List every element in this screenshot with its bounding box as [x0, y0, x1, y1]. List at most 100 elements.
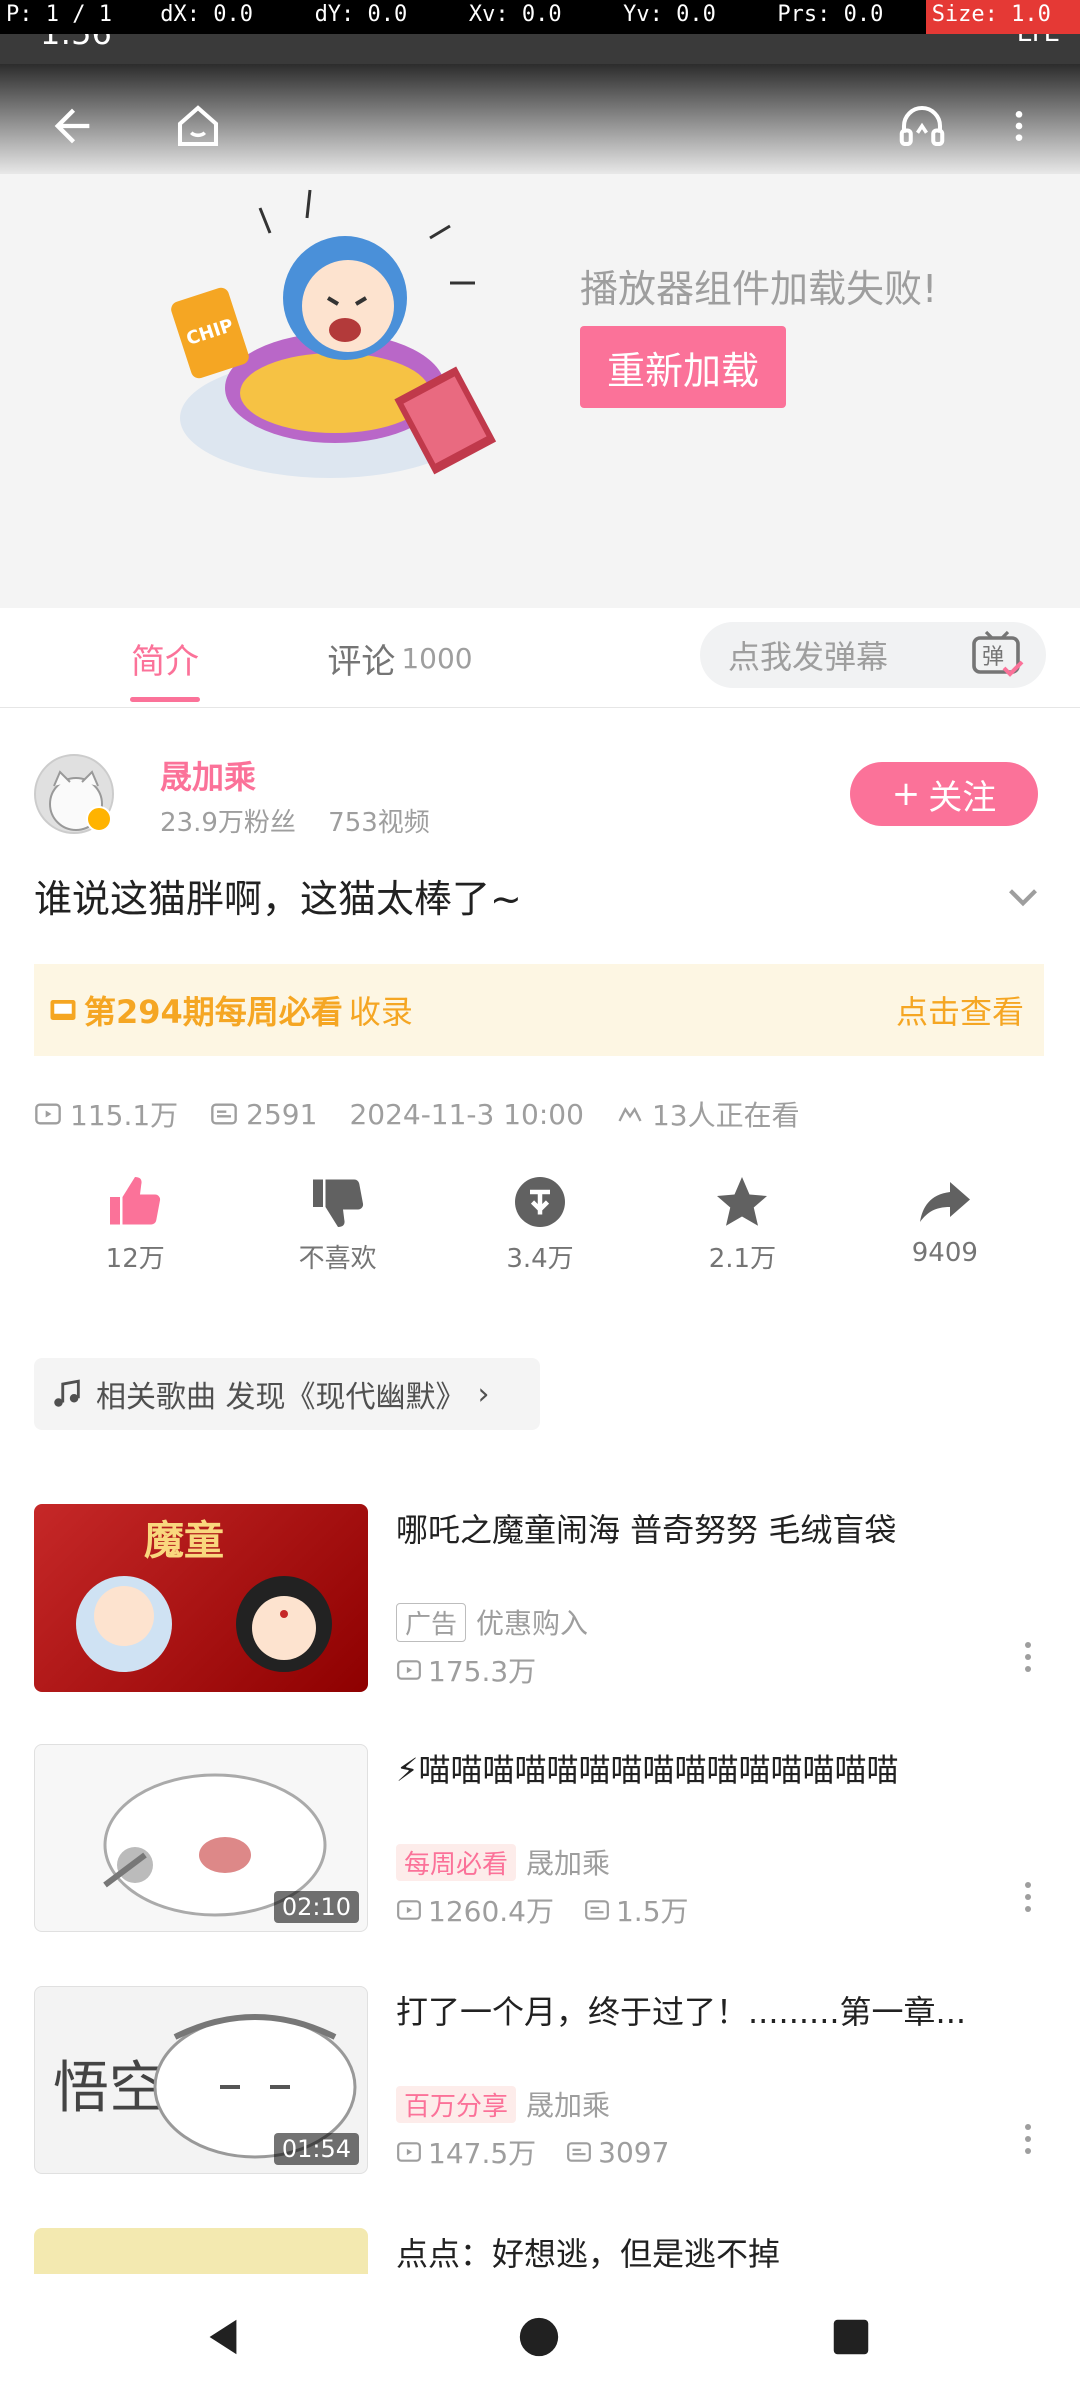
- tab-comments[interactable]: 评论 1000: [270, 608, 530, 708]
- recommendation-title: ⚡喵喵喵喵喵喵喵喵喵喵喵喵喵喵喵: [396, 1751, 899, 1789]
- more-dot: [1025, 1882, 1031, 1888]
- video-duration: 01:54: [273, 2133, 359, 2165]
- share-icon: [919, 1182, 970, 1222]
- recommendation-stats: 1260.4万 1.5万: [396, 1890, 689, 1930]
- danmaku-stat: 3097: [566, 2132, 669, 2172]
- play-count-icon: [35, 1103, 61, 1125]
- uploader-card[interactable]: 晟加乘 23.9万粉丝 753视频 + 关注: [0, 720, 1080, 846]
- favorite-icon: [717, 1177, 768, 1226]
- recommendation-source: 广告 优惠购入: [396, 1602, 588, 1642]
- play-count-icon: [397, 2142, 421, 2162]
- favorite-count: 2.1万: [708, 1244, 777, 1274]
- recommendation-stats: 175.3万: [396, 1650, 536, 1690]
- detail-tab-bar: 简介 评论 1000 点我发弹幕 弹: [0, 608, 1080, 708]
- nav-recents-icon[interactable]: [828, 2314, 874, 2360]
- coin-count: 3.4万: [506, 1244, 574, 1274]
- coin-icon: [515, 1177, 566, 1227]
- recommendation-item[interactable]: 悟空 01:54 打了一个月，终于过了！.........第一章... 百万分享…: [0, 1986, 1080, 2186]
- weekly-must-watch-banner[interactable]: 第294期每周必看 收录 点击查看: [34, 964, 1044, 1056]
- video-title: 谁说这猫胖啊，这猫太棒了~: [34, 877, 522, 921]
- recommendation-item[interactable]: 魔童 哪吒之魔童闹海 普奇努努 毛绒盲袋 广告 优惠购入 175.3万: [0, 1504, 1080, 1704]
- debug-yv: Yv: 0.0: [623, 2, 716, 27]
- favorite-button[interactable]: 2.1万: [641, 1170, 843, 1286]
- video-stats: 115.1万 2591 2024-11-3 10:00 13人正在看: [34, 1094, 800, 1134]
- debug-dy: dY: 0.0: [314, 2, 408, 27]
- danmaku-icon-text: 弹: [982, 645, 1004, 670]
- danmaku-count: 2591: [246, 1097, 318, 1131]
- debug-dx: dX: 0.0: [160, 2, 253, 27]
- nav-back-icon[interactable]: [200, 2314, 246, 2360]
- tab-intro-label: 简介: [131, 641, 199, 682]
- recommendation-thumbnail[interactable]: 魔童: [34, 1504, 368, 1692]
- play-count-icon: [397, 1900, 421, 1920]
- recommendation-more-button[interactable]: [1010, 1872, 1046, 1922]
- listen-mode-button[interactable]: [872, 76, 972, 176]
- coin-button[interactable]: 3.4万: [439, 1170, 641, 1286]
- expand-description-button[interactable]: [998, 872, 1048, 922]
- tab-intro[interactable]: 简介: [60, 608, 270, 708]
- follow-button[interactable]: + 关注: [850, 762, 1038, 826]
- recommendation-source: 每周必看 晟加乘: [396, 1842, 610, 1882]
- related-music-text: 相关歌曲 发现《现代幽默》: [96, 1380, 466, 1415]
- related-music-strip[interactable]: 相关歌曲 发现《现代幽默》 ›: [34, 1358, 540, 1430]
- dislike-button[interactable]: 不喜欢: [236, 1170, 438, 1286]
- recommendation-title: 哪吒之魔童闹海 普奇努努 毛绒盲袋: [396, 1511, 897, 1549]
- error-mascot-illustration: CHIP: [171, 189, 497, 478]
- recommendation-thumbnail[interactable]: 悟空 01:54: [34, 1986, 368, 2174]
- views-count: 115.1万: [70, 1099, 179, 1132]
- danmaku-input[interactable]: 点我发弹幕: [700, 622, 950, 688]
- watching-stat: 13人正在看: [616, 1094, 800, 1134]
- recommendation-views: 1260.4万: [428, 1895, 554, 1928]
- danmaku-icon: 弹: [972, 630, 1024, 677]
- weekly-view-link[interactable]: 点击查看: [896, 987, 1024, 1033]
- recommendation-item[interactable]: 点点：好想逃，但是逃不掉: [0, 2228, 1080, 2274]
- recommendation-more-button[interactable]: [1010, 2114, 1046, 2164]
- watching-count: 13人正在看: [651, 1099, 800, 1132]
- uploader-videos: 753视频: [328, 808, 430, 838]
- views-stat: 175.3万: [396, 1650, 536, 1690]
- danmaku-count-icon: [585, 1900, 609, 1920]
- nav-home-icon[interactable]: [516, 2314, 562, 2360]
- recommendation-thumbnail[interactable]: [34, 2228, 368, 2274]
- uploader-fans: 23.9万粉丝: [160, 808, 296, 838]
- home-button[interactable]: [148, 76, 248, 176]
- more-dot: [1025, 2124, 1031, 2130]
- more-vertical-icon: [1015, 111, 1023, 141]
- video-duration: 02:10: [273, 1891, 359, 1923]
- system-navigation-bar: [0, 2274, 1080, 2400]
- weekly-tag: 每周必看: [396, 1843, 517, 1881]
- svg-text:悟空: 悟空: [53, 2056, 165, 2121]
- player-error-text: 播放器组件加载失败!: [580, 267, 938, 311]
- recommendation-more-button[interactable]: [1010, 1632, 1046, 1682]
- more-options-button[interactable]: [978, 76, 1060, 176]
- dislike-label: 不喜欢: [298, 1244, 377, 1274]
- top-toolbar: [0, 64, 1080, 174]
- video-player[interactable]: CHIP 播放器组件加载失败! 重新加载: [0, 174, 1080, 608]
- tab-active-indicator: [130, 697, 200, 702]
- reload-button[interactable]: 重新加载: [580, 326, 786, 408]
- debug-size: Size: 1.0: [925, 0, 1080, 34]
- home-icon: [177, 105, 219, 147]
- share-button[interactable]: 9409: [844, 1170, 1046, 1286]
- tab-comments-label: 评论: [327, 641, 396, 682]
- debug-pointer: P: 1 / 1: [6, 2, 112, 27]
- uploader-stats: 23.9万粉丝 753视频: [160, 802, 430, 839]
- recommendation-author: 晟加乘: [526, 2089, 611, 2122]
- share-tag: 百万分享: [396, 2085, 517, 2123]
- danmaku-stat: 2591: [210, 1094, 317, 1134]
- weekly-suffix: 收录: [348, 993, 413, 1031]
- recommendation-thumbnail[interactable]: 02:10: [34, 1744, 368, 1932]
- danmaku-stat: 1.5万: [584, 1890, 689, 1930]
- danmaku-toggle-button[interactable]: 弹: [950, 622, 1046, 688]
- uploader-name[interactable]: 晟加乘: [160, 752, 256, 798]
- danmaku-count-icon: [567, 2142, 592, 2162]
- recommendation-title: 打了一个月，终于过了！.........第一章...: [396, 1993, 967, 2031]
- recommendation-item[interactable]: 02:10 ⚡喵喵喵喵喵喵喵喵喵喵喵喵喵喵喵 每周必看 晟加乘 1260.4万 …: [0, 1744, 1080, 1944]
- play-count-icon: [397, 1660, 421, 1680]
- danmaku-count-icon: [211, 1103, 238, 1125]
- dislike-icon: [312, 1179, 363, 1227]
- like-button[interactable]: 12万: [34, 1170, 236, 1286]
- recommendation-sub: 优惠购入: [476, 1607, 589, 1640]
- debug-xv: Xv: 0.0: [468, 2, 562, 27]
- back-button[interactable]: [22, 76, 122, 176]
